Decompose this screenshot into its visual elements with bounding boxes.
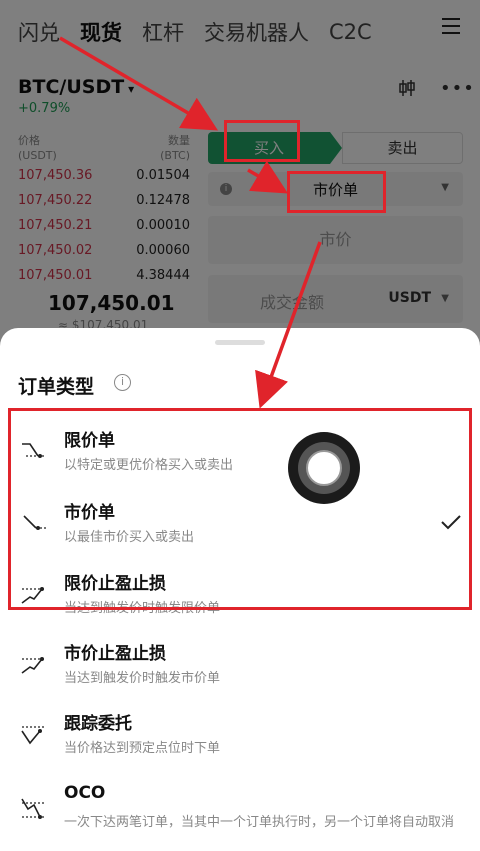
market-tpsl-icon xyxy=(21,657,46,674)
sheet-drag-handle[interactable] xyxy=(215,340,265,345)
trailing-order-icon xyxy=(21,726,46,745)
info-icon[interactable]: i xyxy=(114,374,131,391)
option-name: 跟踪委托 xyxy=(64,714,132,734)
annotation-box-order-options xyxy=(8,408,472,610)
order-type-option-oco[interactable]: OCO 一次下达两笔订单，当其中一个订单执行时，另一个订单将自动取消 xyxy=(0,783,480,851)
option-name: OCO xyxy=(64,783,106,803)
touch-indicator xyxy=(288,432,360,504)
sheet-title: 订单类型 xyxy=(18,376,95,398)
option-description: 一次下达两笔订单，当其中一个订单执行时，另一个订单将自动取消 xyxy=(64,815,455,830)
annotation-box-buy xyxy=(224,120,300,162)
option-description: 当价格达到预定点位时下单 xyxy=(64,741,221,756)
order-type-option-market-tpsl[interactable]: 市价止盈止损 当达到触发价时触发市价单 xyxy=(0,639,480,709)
order-type-option-trailing[interactable]: 跟踪委托 当价格达到预定点位时下单 xyxy=(0,709,480,779)
annotation-box-order-type xyxy=(287,171,386,213)
option-name: 市价止盈止损 xyxy=(64,644,166,664)
oco-icon xyxy=(21,798,46,819)
option-description: 当达到触发价时触发市价单 xyxy=(64,671,221,686)
